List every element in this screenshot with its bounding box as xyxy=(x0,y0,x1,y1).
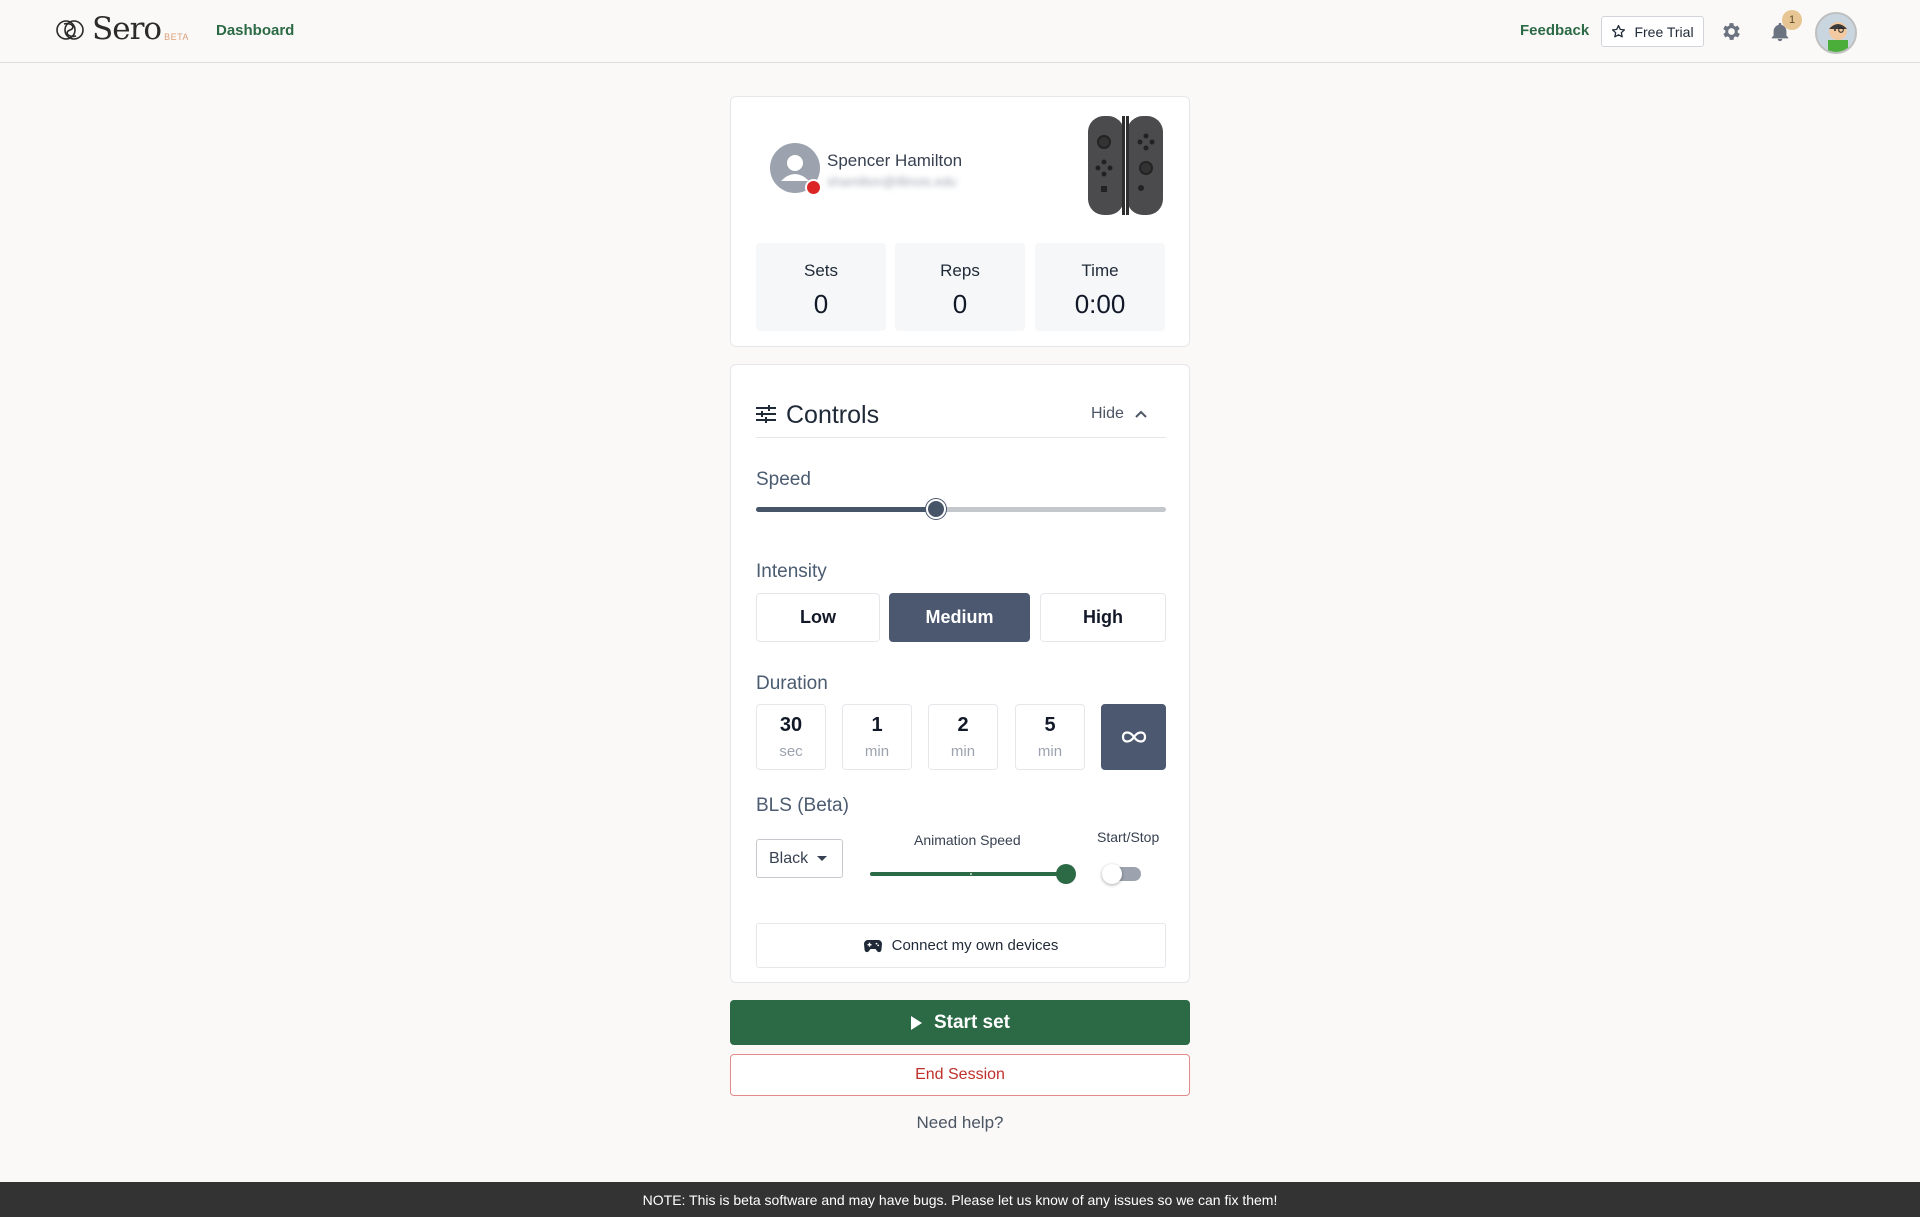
bls-label: BLS (Beta) xyxy=(756,795,849,816)
duration-1-min-button[interactable]: 1 min xyxy=(842,704,912,770)
speed-slider-thumb[interactable] xyxy=(926,499,947,519)
controls-title: Controls xyxy=(786,401,880,429)
user-name: Spencer Hamilton xyxy=(827,151,963,170)
stat-label: Time xyxy=(1081,261,1119,280)
slider-center-tick xyxy=(970,873,972,875)
gear-icon[interactable] xyxy=(1720,20,1743,43)
intensity-low-button[interactable]: Low xyxy=(756,593,880,642)
beta-badge: BETA xyxy=(164,32,189,42)
duration-5-min-button[interactable]: 5 min xyxy=(1015,704,1085,770)
stat-sets: Sets 0 xyxy=(756,243,886,331)
logo[interactable]: Sero BETA xyxy=(54,12,189,46)
free-trial-button[interactable]: Free Trial xyxy=(1601,16,1704,47)
feedback-link[interactable]: Feedback xyxy=(1520,22,1589,39)
gamepad-icon xyxy=(863,939,882,952)
intensity-medium-button[interactable]: Medium xyxy=(889,593,1030,642)
bls-start-stop-toggle[interactable] xyxy=(1102,864,1141,884)
speed-slider[interactable] xyxy=(756,499,1166,519)
user-email: shamilton@illinois.edu xyxy=(827,174,957,189)
connect-devices-label: Connect my own devices xyxy=(891,937,1059,954)
duration-30-sec-button[interactable]: 30 sec xyxy=(756,704,826,770)
bls-color-select[interactable]: Black xyxy=(756,839,843,878)
controls-card: Controls Hide Speed Intensity Low Medium… xyxy=(730,364,1190,983)
stat-value: 0:00 xyxy=(1074,289,1126,319)
animation-speed-label: Animation Speed xyxy=(914,832,1021,848)
nav-dashboard-link[interactable]: Dashboard xyxy=(216,22,294,39)
avatar[interactable] xyxy=(1815,12,1857,54)
duration-infinite-button[interactable] xyxy=(1101,704,1166,770)
beta-notice-footer: NOTE: This is beta software and may have… xyxy=(0,1182,1920,1217)
free-trial-label: Free Trial xyxy=(1634,23,1694,40)
infinity-icon xyxy=(1121,731,1146,743)
duration-label: Duration xyxy=(756,673,828,694)
sliders-icon xyxy=(756,405,776,423)
hide-label: Hide xyxy=(1091,405,1124,422)
duration-value: 1 xyxy=(871,714,883,736)
duration-unit: sec xyxy=(779,743,803,760)
sero-logo-icon xyxy=(56,20,84,40)
bls-color-value: Black xyxy=(769,849,809,867)
intensity-label: Intensity xyxy=(756,561,827,582)
start-set-button[interactable]: Start set xyxy=(730,1000,1190,1045)
duration-value: 30 xyxy=(779,714,803,736)
beta-notice-text: NOTE: This is beta software and may have… xyxy=(642,1191,1278,1208)
stat-label: Sets xyxy=(803,261,839,280)
duration-value: 2 xyxy=(957,714,969,736)
speed-slider-fill xyxy=(756,507,937,512)
stat-value: 0 xyxy=(952,289,968,319)
duration-value: 5 xyxy=(1044,714,1056,736)
speed-label: Speed xyxy=(756,469,811,490)
hide-controls-button[interactable]: Hide xyxy=(1091,405,1148,423)
top-navigation-bar: Sero BETA Dashboard Feedback Free Trial … xyxy=(0,0,1920,63)
session-card: Spencer Hamilton shamilton@illinois.edu … xyxy=(730,96,1190,347)
start-set-label: Start set xyxy=(933,1011,1011,1033)
end-session-button[interactable]: End Session xyxy=(730,1054,1190,1096)
duration-unit: min xyxy=(1037,743,1063,760)
animation-speed-thumb[interactable] xyxy=(1055,864,1076,884)
joy-con-controller-icon xyxy=(1088,116,1163,215)
notification-badge: 1 xyxy=(1782,10,1802,30)
connect-devices-button[interactable]: Connect my own devices xyxy=(756,923,1166,968)
star-icon xyxy=(1612,24,1626,38)
start-stop-label: Start/Stop xyxy=(1097,829,1160,845)
need-help-link[interactable]: Need help? xyxy=(0,1113,1920,1133)
caret-down-icon xyxy=(817,856,828,861)
stat-value: 0 xyxy=(813,289,829,319)
intensity-high-button[interactable]: High xyxy=(1040,593,1166,642)
chevron-up-icon xyxy=(1135,410,1147,418)
play-icon xyxy=(910,1015,922,1030)
duration-unit: min xyxy=(864,743,890,760)
avatar-image xyxy=(1817,14,1855,52)
toggle-knob xyxy=(1102,864,1122,884)
stat-time: Time 0:00 xyxy=(1035,243,1165,331)
controls-header: Controls Hide xyxy=(756,383,1166,438)
duration-2-min-button[interactable]: 2 min xyxy=(928,704,998,770)
duration-unit: min xyxy=(950,743,976,760)
animation-speed-slider[interactable] xyxy=(870,864,1076,884)
need-help-label: Need help? xyxy=(916,1113,1004,1132)
logo-text: Sero xyxy=(92,11,162,47)
stat-label: Reps xyxy=(940,261,980,280)
status-indicator xyxy=(805,179,822,196)
stat-reps: Reps 0 xyxy=(895,243,1025,331)
